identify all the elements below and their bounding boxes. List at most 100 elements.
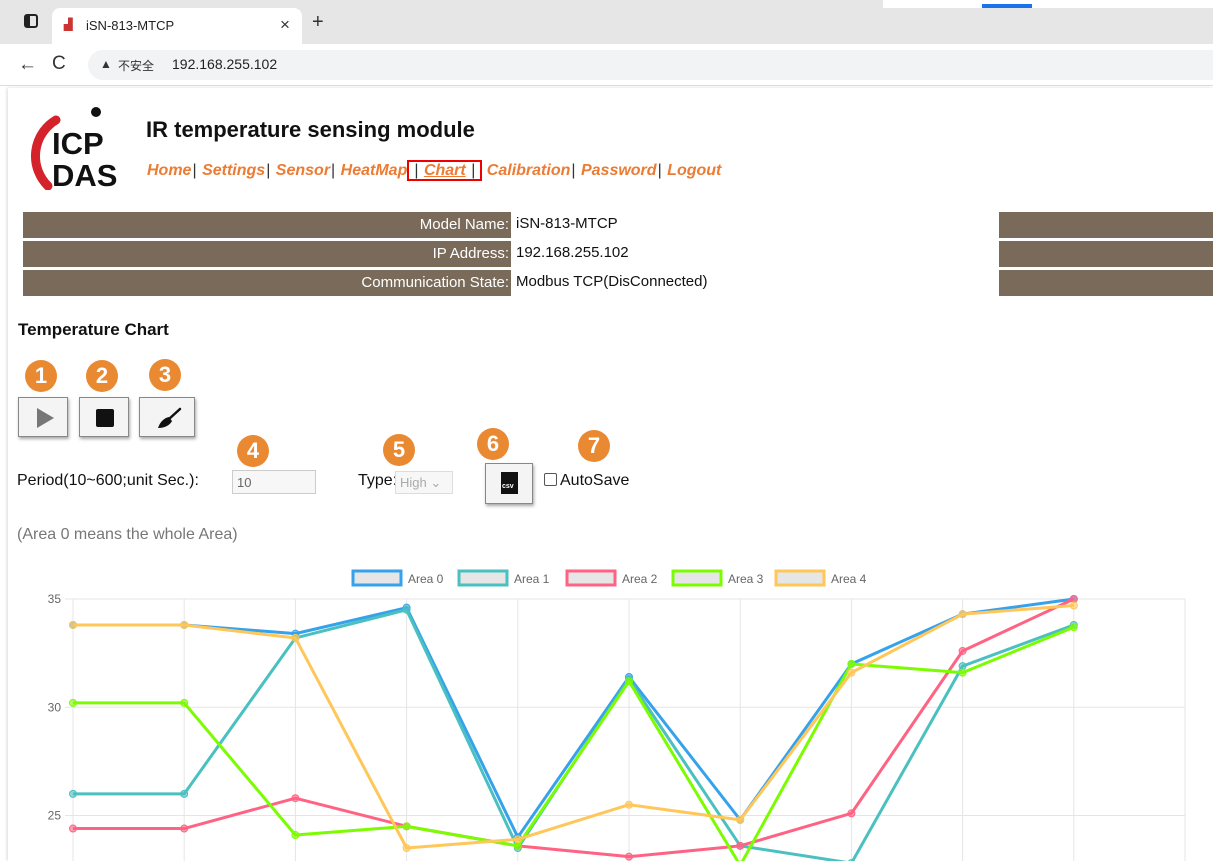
data-point	[958, 662, 967, 671]
tab-close-button[interactable]: ×	[280, 15, 290, 35]
data-point	[180, 698, 189, 707]
series-line	[73, 604, 1074, 850]
data-point	[625, 677, 633, 686]
info-row-model: Model Name: iSN-813-MTCP	[23, 212, 1213, 238]
stop-icon	[96, 409, 114, 427]
clear-button[interactable]	[139, 397, 195, 437]
menu-logout[interactable]: Logout	[667, 162, 721, 179]
legend-swatch	[774, 569, 826, 587]
warning-icon[interactable]: ▲	[100, 57, 112, 71]
menu-password[interactable]: Password	[581, 162, 657, 179]
badge-3: 3	[149, 359, 181, 391]
menu-chart[interactable]: Chart	[424, 162, 466, 179]
menu-separator: |	[414, 162, 419, 179]
csv-icon-label: csv	[502, 483, 514, 490]
info-side-cell	[999, 270, 1213, 296]
y-tick-label: 35	[48, 592, 62, 606]
badge-7: 7	[578, 430, 610, 462]
data-point	[402, 605, 411, 614]
series-line	[73, 625, 1075, 861]
logo-text-bottom: DAS	[52, 158, 117, 190]
info-side-cell	[999, 241, 1213, 267]
play-icon	[37, 408, 54, 428]
tab-title: iSN-813-MTCP	[86, 18, 175, 33]
data-point	[847, 668, 856, 677]
ip-address-value: 192.168.255.102	[516, 244, 629, 261]
data-point	[291, 633, 300, 642]
communication-state-value: Modbus TCP(DisConnected)	[516, 273, 708, 290]
reload-button[interactable]: C	[52, 53, 66, 75]
menu-sensor[interactable]: Sensor	[276, 162, 330, 179]
type-select-value: High	[400, 475, 427, 490]
browser-tab[interactable]: ▟ iSN-813-MTCP ×	[52, 8, 302, 44]
new-tab-button[interactable]: +	[312, 12, 324, 32]
address-bar: ← C ▲ 不安全 192.168.255.102	[0, 44, 1213, 86]
export-csv-button[interactable]: csv	[485, 463, 533, 504]
data-point	[402, 822, 411, 831]
period-input[interactable]	[232, 470, 316, 494]
legend-label: Area 1	[514, 572, 550, 586]
data-point	[69, 698, 77, 707]
series-line	[73, 597, 1075, 859]
info-side-cell	[999, 212, 1213, 238]
data-point	[69, 789, 77, 798]
autosave-label: AutoSave	[560, 472, 630, 489]
tab-bar-blank	[883, 0, 1213, 8]
menu-separator: |	[657, 162, 662, 179]
data-point	[736, 815, 745, 824]
data-point	[513, 841, 522, 850]
menu-home[interactable]: Home	[147, 162, 191, 179]
data-point	[625, 800, 633, 809]
broom-icon	[158, 407, 182, 428]
legend-label: Area 0	[408, 572, 444, 586]
data-point	[513, 835, 522, 844]
menu-calibration[interactable]: Calibration	[487, 162, 571, 179]
autosave-checkbox[interactable]	[544, 473, 557, 486]
data-point	[291, 831, 300, 840]
tab-bar-accent	[982, 4, 1032, 8]
data-point	[1069, 601, 1078, 610]
menu-separator: |	[266, 162, 271, 179]
menu-settings[interactable]: Settings	[202, 162, 265, 179]
legend-label: Area 4	[831, 572, 867, 586]
temperature-line-chart: 25 30 35 Area 0 Area 1 Area 2 Area 3 Area 4	[48, 569, 1186, 861]
type-select[interactable]: High ⌄	[395, 471, 453, 494]
data-point	[291, 794, 300, 803]
legend-swatch	[565, 569, 617, 587]
legend-swatch	[351, 569, 403, 587]
device-info-table: Model Name: iSN-813-MTCP IP Address: 192…	[23, 212, 1213, 299]
section-title: Temperature Chart	[18, 320, 169, 339]
data-point	[625, 852, 633, 861]
data-point	[1069, 595, 1078, 603]
insecure-label[interactable]: 不安全	[118, 57, 154, 74]
model-name-value: iSN-813-MTCP	[516, 215, 618, 232]
back-button[interactable]: ←	[18, 54, 37, 76]
badge-6: 6	[477, 428, 509, 460]
chart-highlight: | Chart |	[407, 160, 483, 181]
data-point	[736, 841, 745, 850]
page-title: IR temperature sensing module	[146, 117, 475, 142]
main-menu: Home| Settings| Sensor| HeatMap | Chart |…	[147, 160, 721, 181]
badge-2: 2	[86, 360, 118, 392]
data-point	[180, 620, 189, 629]
menu-separator: |	[331, 162, 336, 179]
url-field[interactable]: ▲ 不安全 192.168.255.102	[88, 50, 1213, 80]
badge-5: 5	[383, 434, 415, 466]
communication-state-label: Communication State:	[23, 270, 511, 296]
data-point	[402, 844, 411, 853]
url-text[interactable]: 192.168.255.102	[172, 56, 277, 72]
start-button[interactable]	[18, 397, 68, 437]
autosave-option[interactable]: AutoSave	[544, 472, 629, 490]
browser-tab-bar: ▟ iSN-813-MTCP × +	[0, 0, 1213, 44]
y-tick-label: 25	[48, 809, 62, 823]
data-point	[847, 659, 856, 668]
menu-heatmap[interactable]: HeatMap	[341, 162, 408, 179]
data-point	[958, 668, 967, 677]
area-note: (Area 0 means the whole Area)	[17, 526, 238, 543]
favicon-icon: ▟	[64, 19, 73, 31]
tab-actions-icon[interactable]	[24, 14, 38, 28]
data-point	[69, 824, 77, 833]
data-point	[958, 610, 967, 619]
stop-button[interactable]	[79, 397, 129, 437]
chevron-down-icon: ⌄	[430, 475, 442, 490]
